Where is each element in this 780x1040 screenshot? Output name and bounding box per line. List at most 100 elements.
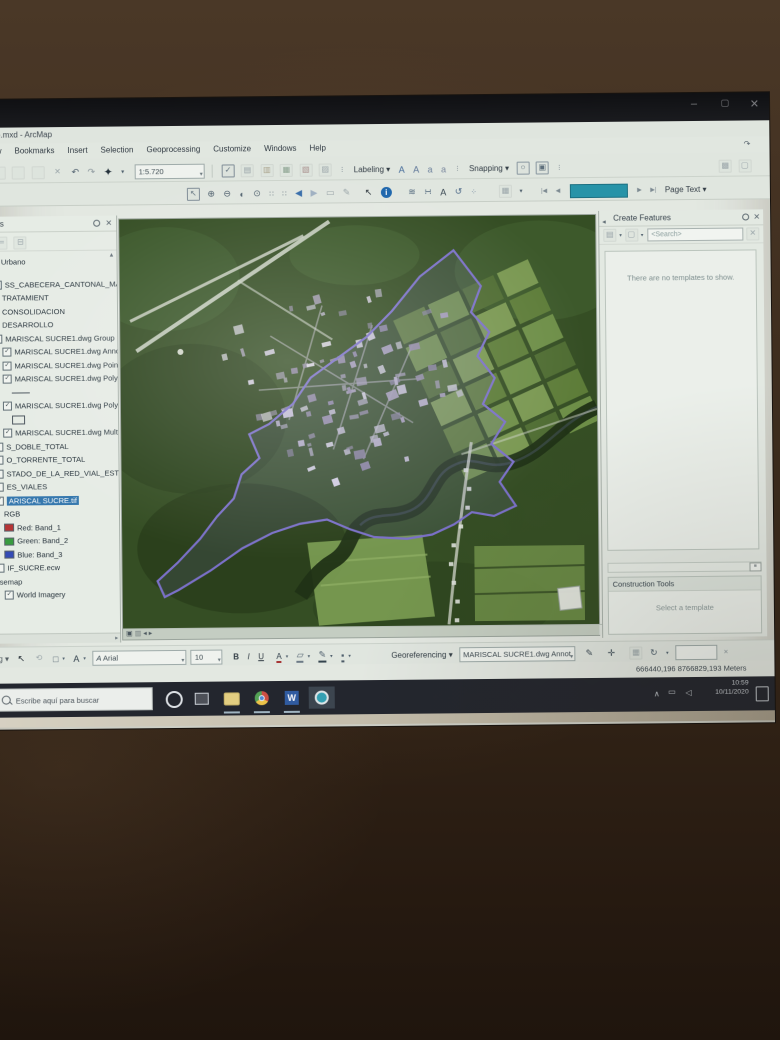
toc-row[interactable]: ✓MARISCAL SUCRE1.dwg Point [0,358,118,373]
layer-label[interactable]: MARISCAL SUCRE1.dwg Polygon [15,401,118,411]
toolbar-overflow-icon[interactable]: ✕ [723,649,728,656]
action-center-icon[interactable] [756,686,769,701]
layer-label[interactable]: SS_CABECERA_CANTONAL_MARI [5,279,117,289]
bold-button[interactable]: B [233,653,239,662]
taskbar-search-input[interactable]: Escribe aquí para buscar [0,687,153,712]
cut-icon[interactable]: ✕ [51,166,64,179]
toc-row[interactable] [0,385,118,400]
forward-extent-icon[interactable]: ▶ [310,188,317,199]
list-by-drawing-order-icon[interactable]: ≔ [0,237,7,250]
ddp-last-icon[interactable]: ▶| [650,187,656,194]
dock-icon[interactable]: ◂ [602,215,606,230]
scale-combo[interactable]: 1:5.720▾ [135,164,205,180]
label-icon-4[interactable]: a [441,164,446,174]
georef-layer-combo[interactable]: MARISCAL SUCRE1.dwg Annot▾ [459,646,575,662]
text-tool-icon[interactable]: A [73,654,79,664]
layer-label[interactable]: CONSOLIDACION [2,307,65,317]
marker-color-button[interactable]: ▪ [341,650,344,662]
layer-label[interactable]: S_DOBLE_TOTAL [6,442,68,452]
search-clear-icon[interactable]: ✕ [746,227,759,240]
toc-row[interactable]: ✓MARISCAL SUCRE1.dwg Polygon [0,399,118,414]
toc-close-icon[interactable]: ✕ [105,216,112,231]
select-features-icon[interactable]: ▭ [326,188,335,199]
font-size-combo[interactable]: 10▾ [191,650,223,665]
template-search-input[interactable]: <Search> [647,228,743,242]
table-icon[interactable]: ▤ [241,164,254,177]
map-view[interactable]: ▣ ▥ ◂ ▸ [118,214,600,641]
ddp-first-icon[interactable]: |◀ [541,188,547,195]
toc-horizontal-scrollbar[interactable]: ▸ [0,633,120,644]
toc-row[interactable]: Red: Band_1 [0,520,119,535]
goto-xy-icon[interactable]: ∺ [424,187,432,198]
snap-edge-icon[interactable]: ▣ [536,162,549,175]
file-explorer-icon[interactable] [221,687,243,709]
snapping-menu[interactable]: Snapping ▾ [469,164,509,173]
identify-icon[interactable]: i [381,187,392,198]
undo-arrow-icon[interactable]: ↷ [744,136,751,152]
toc-row[interactable]: S_DOBLE_TOTAL [0,439,118,454]
clear-selection-icon[interactable]: ✎ [343,188,351,199]
layer-label[interactable]: te Urbano [0,258,26,267]
menu-bookmarks[interactable]: Bookmarks [14,146,54,155]
filter-templates-icon[interactable]: ▢ [625,229,638,242]
layer-label[interactable]: World Imagery [17,590,66,599]
underline-button[interactable]: U [258,652,264,661]
add-control-points-icon[interactable]: ✎ [586,648,594,659]
layer-checkbox[interactable]: ✓ [5,591,14,600]
labeling-menu[interactable]: Labeling ▾ [354,165,391,174]
select-elements-icon[interactable]: ↖ [187,188,200,201]
toc-row[interactable]: STADO_DE_LA_RED_VIAL_ESTATAL_ [0,466,119,481]
toc-row[interactable] [0,412,118,427]
cf-close-icon[interactable]: ✕ [753,209,760,224]
toc-row[interactable]: ES_VIALES [0,480,119,495]
menu-windows[interactable]: Windows [264,144,297,153]
label-icon-1[interactable]: A [399,165,405,175]
layout-icon[interactable]: ▢ [738,160,751,173]
word-icon[interactable]: W [281,687,303,709]
catalog-icon[interactable]: ▥ [260,164,273,177]
layer-checkbox[interactable]: ✓ [3,361,12,370]
layer-label[interactable]: RGB [4,510,20,519]
add-data-icon[interactable]: ✦ [103,166,112,179]
full-extent-icon[interactable]: ⊙ [253,188,261,199]
find-icon[interactable]: ≋ [408,187,416,198]
toc-row[interactable]: O_TORRENTE_TOTAL [0,453,119,468]
layer-checkbox[interactable]: ✓ [3,429,12,438]
toolbox-icon[interactable]: ▦ [280,164,293,177]
fixed-zoom-in-icon[interactable]: ∷ [269,190,274,198]
organize-templates-icon[interactable]: ▤ [603,229,616,242]
menu-selection[interactable]: Selection [100,145,133,154]
toc-row[interactable]: ✓MARISCAL SUCRE1.dwg Annotati [0,345,117,360]
ddp-next-icon[interactable]: ▶ [637,187,642,194]
task-view-icon[interactable] [191,688,213,710]
pin-icon[interactable] [93,220,100,227]
layout-view-icon[interactable]: ▥ [135,630,142,637]
label-icon-2[interactable]: A [413,164,419,174]
dataframe-icon[interactable]: ▩ [719,160,732,173]
layer-label[interactable]: IF_SUCRE.ecw [7,563,60,573]
layer-label[interactable]: asemap [0,577,22,586]
snap-point-icon[interactable]: ○ [516,162,529,175]
layer-checkbox[interactable] [0,469,4,478]
layer-label[interactable]: MARISCAL SUCRE1.dwg MultiPat [15,428,118,438]
model-icon[interactable]: ▨ [319,164,332,177]
open-icon[interactable] [12,167,25,180]
toc-row[interactable]: ✓World Imagery [0,588,120,603]
toc-row[interactable]: Green: Band_2 [0,534,119,549]
toc-row[interactable]: ✓SS_CABECERA_CANTONAL_MARI [0,277,117,292]
ddp-prev-icon[interactable]: ◀ [556,188,561,195]
layer-label[interactable]: DESARROLLO [2,320,53,329]
drawing-menu[interactable]: g ▾ [0,655,9,664]
layer-checkbox[interactable]: ✓ [3,402,12,411]
draw-pointer-icon[interactable]: ↖ [17,654,25,665]
menu-help[interactable]: Help [309,144,326,153]
tray-volume-icon[interactable]: ◁ [686,688,692,697]
toc-row[interactable]: ✓MARISCAL SUCRE1.dwg MultiPat [0,426,118,441]
back-extent-icon[interactable]: ◀ [295,188,302,199]
toc-row[interactable]: IF_SUCRE.ecw [0,561,120,576]
font-combo[interactable]: A Arial▾ [92,650,186,666]
fill-color-button[interactable]: ▱ [297,650,304,663]
polygon-symbol[interactable] [12,415,25,424]
layer-label[interactable]: MARISCAL SUCRE1.dwg Point [15,360,118,370]
layer-label[interactable]: Blue: Band_3 [17,550,62,559]
